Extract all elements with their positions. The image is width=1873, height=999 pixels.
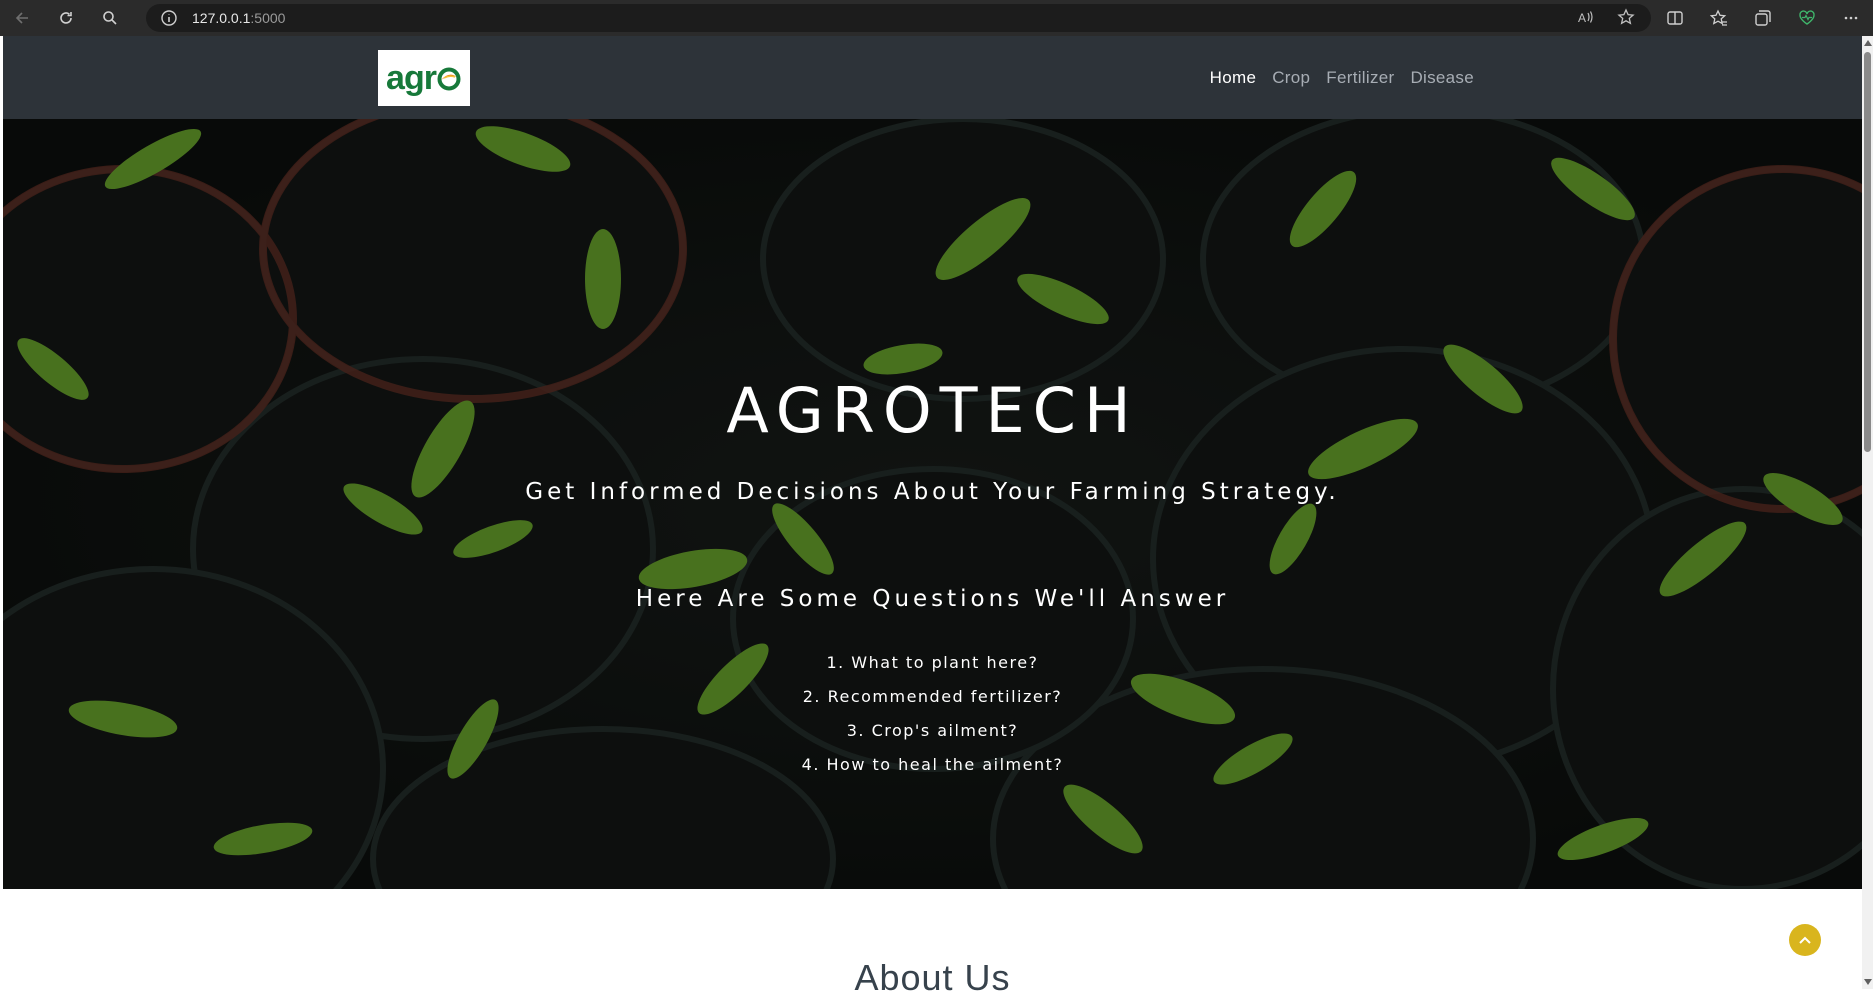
scroll-thumb[interactable] xyxy=(1864,52,1871,452)
arrow-left-icon xyxy=(15,12,28,24)
main-nav: Home Crop Fertilizer Disease xyxy=(1210,36,1474,119)
reload-button[interactable] xyxy=(44,0,88,36)
questions-list: 1. What to plant here? 2. Recommended fe… xyxy=(3,646,1862,782)
nav-home[interactable]: Home xyxy=(1210,68,1257,88)
more-icon xyxy=(1844,16,1858,20)
site-logo[interactable]: agr xyxy=(378,50,470,106)
more-menu-button[interactable] xyxy=(1829,0,1873,36)
star-icon[interactable] xyxy=(1617,8,1635,26)
back-to-top-button[interactable] xyxy=(1789,924,1821,956)
nav-disease[interactable]: Disease xyxy=(1410,68,1474,88)
svg-text:A: A xyxy=(1578,11,1586,25)
favorites-icon xyxy=(1710,9,1727,26)
hero-subtitle: Get Informed Decisions About Your Farmin… xyxy=(525,479,1340,505)
site-header: agr Home Crop Fertilizer Disease xyxy=(3,36,1862,119)
scroll-down-arrow[interactable] xyxy=(1864,979,1872,985)
nav-fertilizer[interactable]: Fertilizer xyxy=(1326,68,1394,88)
favorites-button[interactable] xyxy=(1697,0,1741,36)
heart-pulse-icon xyxy=(1799,10,1815,25)
browser-toolbar: 127.0.0.1:5000 A xyxy=(0,0,1873,36)
collections-icon xyxy=(1755,10,1771,26)
about-section: About Us xyxy=(3,889,1862,998)
url-text: 127.0.0.1:5000 xyxy=(192,10,286,26)
logo-text: agr xyxy=(386,58,437,97)
logo-leaf-icon xyxy=(436,65,462,91)
nav-crop[interactable]: Crop xyxy=(1272,68,1310,88)
about-title: About Us xyxy=(854,957,1011,998)
split-screen-icon xyxy=(1667,11,1683,25)
back-button[interactable] xyxy=(0,0,44,36)
split-screen-button[interactable] xyxy=(1653,0,1697,36)
question-item: 4. How to heal the ailment? xyxy=(801,755,1064,774)
search-icon xyxy=(103,11,117,25)
browser-essentials-button[interactable] xyxy=(1785,0,1829,36)
collections-button[interactable] xyxy=(1741,0,1785,36)
chevron-up-icon xyxy=(1799,936,1811,944)
scroll-up-arrow[interactable] xyxy=(1864,40,1872,46)
page-scrollbar[interactable] xyxy=(1862,36,1873,989)
question-item: 2. Recommended fertilizer? xyxy=(802,687,1063,706)
address-bar[interactable]: 127.0.0.1:5000 A xyxy=(146,4,1651,32)
question-item: 1. What to plant here? xyxy=(826,653,1039,672)
questions-heading: Here Are Some Questions We'll Answer xyxy=(635,586,1230,612)
read-aloud-icon[interactable]: A xyxy=(1577,8,1595,26)
hero-content: AGROTECH Get Informed Decisions About Yo… xyxy=(3,119,1862,889)
info-icon[interactable] xyxy=(160,9,178,27)
hero-title: AGROTECH xyxy=(726,374,1139,447)
question-item: 3. Crop's ailment? xyxy=(846,721,1019,740)
search-button[interactable] xyxy=(88,0,132,36)
reload-icon xyxy=(60,12,72,24)
hero-section: AGROTECH Get Informed Decisions About Yo… xyxy=(3,119,1862,889)
